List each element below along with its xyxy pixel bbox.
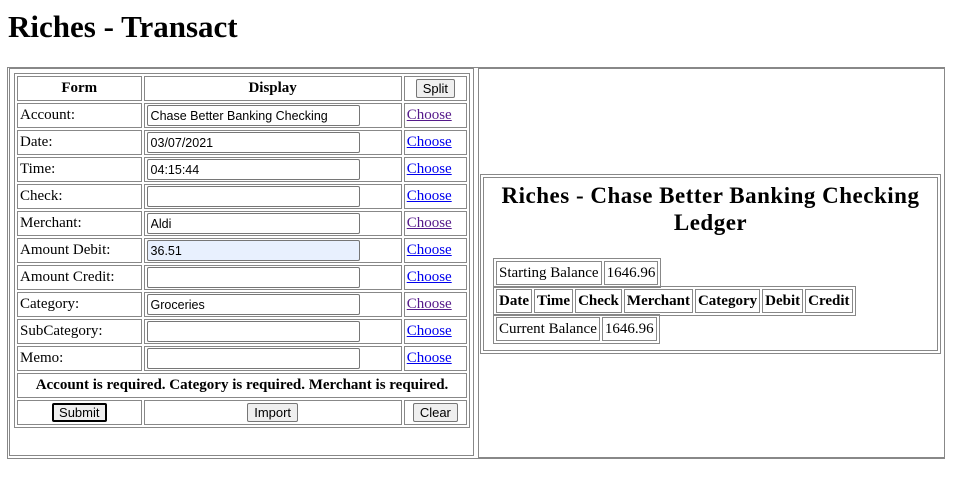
amount-credit-field[interactable] bbox=[146, 267, 360, 288]
form-row-date: Date: Choose bbox=[17, 130, 467, 155]
choose-account-link[interactable]: Choose bbox=[407, 107, 452, 123]
choose-subcategory-link[interactable]: Choose bbox=[407, 323, 452, 339]
choose-merchant-link[interactable]: Choose bbox=[407, 215, 452, 231]
choose-amount-debit-link[interactable]: Choose bbox=[407, 242, 452, 258]
form-row-merchant: Merchant: Choose bbox=[17, 211, 467, 236]
current-balance-value: 1646.96 bbox=[601, 317, 657, 341]
transaction-form: Form Display Split Account: Choose Date:… bbox=[14, 73, 470, 428]
field-label: Date: bbox=[17, 130, 142, 155]
form-row-memo: Memo: Choose bbox=[17, 346, 467, 371]
category-field[interactable] bbox=[146, 294, 360, 315]
ledger-column-credit: Credit bbox=[805, 289, 853, 313]
form-row-account: Account: Choose bbox=[17, 103, 467, 128]
field-label: Amount Credit: bbox=[17, 265, 142, 290]
choose-check-link[interactable]: Choose bbox=[407, 188, 452, 204]
choose-date-link[interactable]: Choose bbox=[407, 134, 452, 150]
field-label: Category: bbox=[17, 292, 142, 317]
merchant-field[interactable] bbox=[146, 213, 360, 234]
ledger-column-category: Category bbox=[694, 289, 761, 313]
ledger-column-check: Check bbox=[575, 289, 622, 313]
check-field[interactable] bbox=[146, 186, 360, 207]
current-balance-label: Current Balance bbox=[496, 317, 600, 341]
form-header-row: Form Display Split bbox=[17, 76, 467, 101]
choose-time-link[interactable]: Choose bbox=[407, 161, 452, 177]
form-row-time: Time: Choose bbox=[17, 157, 467, 182]
page-title: Riches - Transact bbox=[8, 9, 238, 44]
form-row-amount-credit: Amount Credit: Choose bbox=[17, 265, 467, 290]
choose-category-link[interactable]: Choose bbox=[407, 296, 452, 312]
memo-field[interactable] bbox=[146, 348, 360, 369]
field-label: Merchant: bbox=[17, 211, 142, 236]
display-column-header: Display bbox=[143, 76, 402, 101]
form-row-category: Category: Choose bbox=[17, 292, 467, 317]
import-button[interactable]: Import bbox=[247, 403, 299, 422]
field-label: Account: bbox=[17, 103, 142, 128]
amount-debit-field[interactable] bbox=[146, 240, 360, 261]
form-row-subcategory: SubCategory: Choose bbox=[17, 319, 467, 344]
ledger-title: Riches - Chase Better Banking Checking L… bbox=[501, 183, 920, 235]
account-field[interactable] bbox=[146, 105, 360, 126]
submit-button[interactable]: Submit bbox=[52, 403, 107, 422]
starting-balance-value: 1646.96 bbox=[603, 261, 659, 285]
current-balance-table: Current Balance 1646.96 bbox=[493, 314, 660, 344]
time-field[interactable] bbox=[146, 159, 360, 180]
field-label: Memo: bbox=[17, 346, 142, 371]
field-label: SubCategory: bbox=[17, 319, 142, 344]
clear-button[interactable]: Clear bbox=[412, 403, 458, 422]
choose-memo-link[interactable]: Choose bbox=[407, 350, 452, 366]
ledger-header-row: Date Time Check Merchant Category Debit … bbox=[496, 289, 853, 313]
validation-message: Account is required. Category is require… bbox=[17, 373, 467, 398]
split-button[interactable]: Split bbox=[415, 79, 455, 98]
validation-message-row: Account is required. Category is require… bbox=[17, 373, 467, 398]
ledger-column-merchant: Merchant bbox=[623, 289, 693, 313]
form-row-amount-debit: Amount Debit: Choose bbox=[17, 238, 467, 263]
field-label: Amount Debit: bbox=[17, 238, 142, 263]
ledger-column-date: Date bbox=[496, 289, 532, 313]
ledger-table: Date Time Check Merchant Category Debit … bbox=[493, 286, 856, 316]
form-column-header: Form bbox=[17, 76, 142, 101]
choose-amount-credit-link[interactable]: Choose bbox=[407, 269, 452, 285]
ledger-column-time: Time bbox=[534, 289, 574, 313]
form-actions-row: Submit Import Clear bbox=[17, 400, 467, 425]
date-field[interactable] bbox=[146, 132, 360, 153]
subcategory-field[interactable] bbox=[146, 321, 360, 342]
field-label: Time: bbox=[17, 157, 142, 182]
starting-balance-label: Starting Balance bbox=[496, 261, 602, 285]
starting-balance-table: Starting Balance 1646.96 bbox=[493, 258, 662, 288]
form-row-check: Check: Choose bbox=[17, 184, 467, 209]
ledger-column-debit: Debit bbox=[762, 289, 804, 313]
field-label: Check: bbox=[17, 184, 142, 209]
